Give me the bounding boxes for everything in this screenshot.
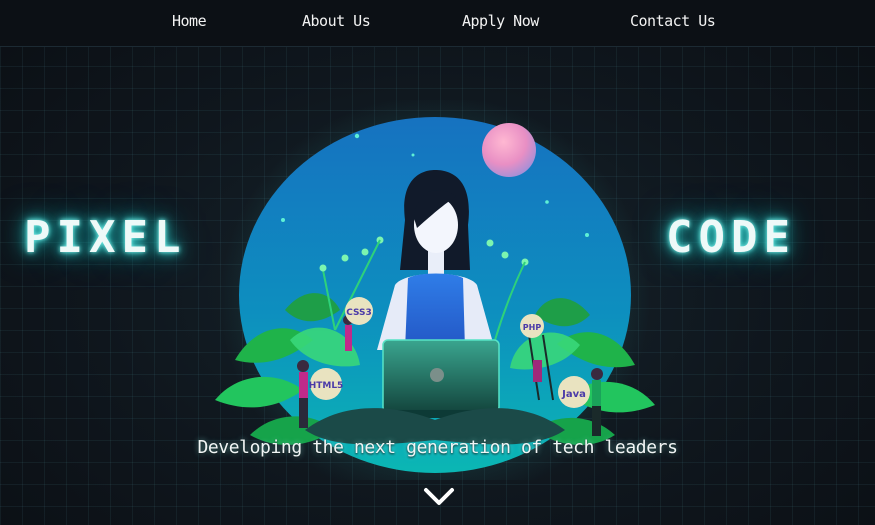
moon-icon xyxy=(482,123,536,177)
top-navbar: Home About Us Apply Now Contact Us xyxy=(0,0,875,47)
brand-word-code: CODE xyxy=(666,212,796,263)
nav-about-link[interactable]: About Us xyxy=(302,12,371,30)
hero-tagline: Developing the next generation of tech l… xyxy=(197,437,678,458)
svg-text:HTML5: HTML5 xyxy=(309,381,344,391)
nav-home-link[interactable]: Home xyxy=(172,12,207,30)
woman-neck xyxy=(428,250,444,275)
badge-css3: CSS3 xyxy=(345,297,373,325)
badge-java: Java xyxy=(558,376,590,408)
woman-top xyxy=(405,273,465,350)
page: Home About Us Apply Now Contact Us PIXEL… xyxy=(0,0,875,525)
badge-php: PHP xyxy=(520,314,544,338)
brand-word-pixel: PIXEL xyxy=(24,212,187,263)
nav-contact-link[interactable]: Contact Us xyxy=(630,12,716,30)
svg-text:Java: Java xyxy=(561,389,586,400)
chevron-down-icon[interactable] xyxy=(422,485,456,509)
svg-text:CSS3: CSS3 xyxy=(346,308,372,318)
nav-apply-link[interactable]: Apply Now xyxy=(462,12,539,30)
hero-illustration: CSS3 PHP HTML5 Java xyxy=(215,100,655,480)
svg-text:PHP: PHP xyxy=(523,323,542,332)
laptop-icon xyxy=(371,339,511,418)
